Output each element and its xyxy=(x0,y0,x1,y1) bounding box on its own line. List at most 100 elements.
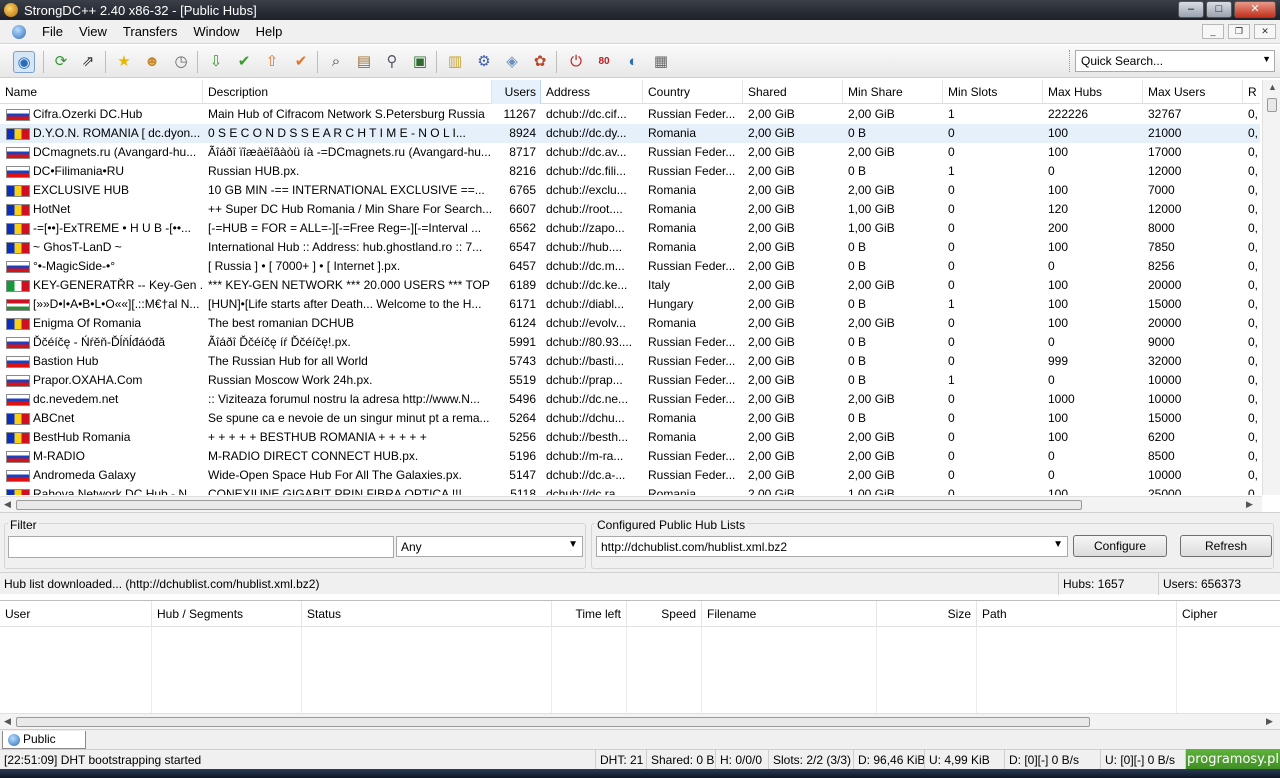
open-file-list-icon[interactable]: ▥ xyxy=(444,51,466,73)
table-row[interactable]: D.Y.O.N. ROMANIA [ dc.dyon... 0 S E C O N… xyxy=(0,124,1260,143)
settings-icon[interactable]: ⚙ xyxy=(473,51,495,73)
table-row[interactable]: °•-MagicSide-•° [ Russia ] • [ 7000+ ] • … xyxy=(0,257,1260,276)
limiter-icon[interactable]: 80 xyxy=(593,51,615,73)
public-hubs-icon[interactable]: ◉ xyxy=(13,51,35,73)
close-button[interactable]: ✕ xyxy=(1234,1,1276,18)
table-row[interactable]: -=[••]-ExTREME • H U B -[••... [-=HUB = F… xyxy=(0,219,1260,238)
transfers-table[interactable]: User Hub / Segments Status Time left Spe… xyxy=(0,600,1280,729)
finished-downloads-icon[interactable]: ✔ xyxy=(233,51,255,73)
table-row[interactable]: [»»D•I•A•B•L•O««][.::M€†al N... [HUN]•[Li… xyxy=(0,295,1260,314)
col-min-slots[interactable]: Min Slots xyxy=(943,80,1043,104)
refresh-button[interactable]: Refresh xyxy=(1180,535,1272,557)
maximize-button[interactable]: □ xyxy=(1206,1,1232,18)
scroll-right-icon[interactable]: ▶ xyxy=(1246,499,1253,510)
col-status[interactable]: Status xyxy=(302,601,552,627)
scroll-thumb[interactable] xyxy=(16,500,1082,510)
table-row[interactable]: dc.nevedem.net:: Viziteaza forumul nostr… xyxy=(0,390,1260,409)
recent-hubs-icon[interactable]: ◷ xyxy=(170,51,192,73)
status-shared: Shared: 0 B xyxy=(647,750,716,770)
follow-redirect-icon[interactable]: ⇗ xyxy=(77,51,99,73)
menu-file[interactable]: File xyxy=(34,24,71,39)
col-description[interactable]: Description xyxy=(203,80,492,104)
cdm-debug-icon[interactable]: ✿ xyxy=(529,51,551,73)
col-path[interactable]: Path xyxy=(977,601,1177,627)
col-filename[interactable]: Filename xyxy=(702,601,877,627)
upload-queue-icon[interactable]: ⇧ xyxy=(261,51,283,73)
col-cipher[interactable]: Cipher xyxy=(1177,601,1280,627)
filter-column-select[interactable]: Any ▼ xyxy=(396,536,583,557)
tab-public-hubs[interactable]: Public Hubs xyxy=(2,731,86,763)
adl-search-icon[interactable]: ▤ xyxy=(353,51,375,73)
table-row[interactable]: DC•Filimania•RU Russian HUB.px. 8216 dchub:… xyxy=(0,162,1260,181)
hublist-select[interactable]: http://dchublist.com/hublist.xml.bz2 ▼ xyxy=(596,536,1068,557)
scroll-right-icon[interactable]: ▶ xyxy=(1266,716,1273,727)
col-name[interactable]: Name xyxy=(0,80,203,104)
transfers-horizontal-scrollbar[interactable]: ◀ ▶ xyxy=(0,713,1280,729)
table-row[interactable]: Andromeda Galaxy Wide-Open Space Hub For … xyxy=(0,466,1260,485)
cell-minshare: 0 B xyxy=(848,373,867,387)
col-min-share[interactable]: Min Share xyxy=(843,80,943,104)
hubs-horizontal-scrollbar[interactable]: ◀ ▶ xyxy=(0,496,1262,512)
table-row[interactable]: M-RADIO M-RADIO DIRECT CONNECT HUB.px. 519… xyxy=(0,447,1260,466)
menu-transfers[interactable]: Transfers xyxy=(115,24,185,39)
col-size[interactable]: Size xyxy=(877,601,977,627)
toolbar-grip[interactable] xyxy=(1069,50,1072,72)
table-row[interactable]: ABCnet Se spune ca e nevoie de un singur … xyxy=(0,409,1260,428)
update-icon[interactable]: ◐ xyxy=(622,51,644,73)
quick-search-input[interactable]: Quick Search... ▼ xyxy=(1075,50,1275,72)
col-time-left[interactable]: Time left xyxy=(552,601,627,627)
table-row[interactable]: Enigma Of Romania The best romanian DCHUB… xyxy=(0,314,1260,333)
table-row[interactable]: Ďčéíčę - Ńŕěň-Ďĺňĺđáóđă Ãîáðî Ďčéíčę íŕ Ď… xyxy=(0,333,1260,352)
col-speed[interactable]: Speed xyxy=(627,601,702,627)
col-hub-segments[interactable]: Hub / Segments xyxy=(152,601,302,627)
system-menu-icon[interactable] xyxy=(12,24,26,39)
notepad-icon[interactable]: ▣ xyxy=(409,51,431,73)
public-hubs-table[interactable]: Name Description Users Address Country S… xyxy=(0,80,1280,495)
scroll-thumb[interactable] xyxy=(16,717,1090,727)
col-users[interactable]: Users xyxy=(492,80,541,104)
table-row[interactable]: KEY-GENERATŘR -- Key-Gen ... *** KEY-GEN … xyxy=(0,276,1260,295)
search-icon[interactable]: ⌕ xyxy=(325,51,347,73)
col-max-users[interactable]: Max Users xyxy=(1143,80,1243,104)
configure-button[interactable]: Configure xyxy=(1073,535,1167,557)
table-row[interactable]: Rahova Network DC Hub - N... CONEXIUNE GI… xyxy=(0,485,1260,495)
favorite-users-icon[interactable]: ☻ xyxy=(141,51,163,73)
hubs-vertical-scrollbar[interactable]: ▲ xyxy=(1262,80,1280,495)
col-reliability[interactable]: R xyxy=(1243,80,1260,104)
quick-search-dropdown-icon[interactable]: ▼ xyxy=(1262,54,1271,64)
col-country[interactable]: Country xyxy=(643,80,743,104)
system-log-icon[interactable]: ▦ xyxy=(650,51,672,73)
filter-input[interactable] xyxy=(8,536,394,558)
finished-uploads-icon[interactable]: ✔ xyxy=(290,51,312,73)
scroll-left-icon[interactable]: ◀ xyxy=(4,499,11,510)
table-row[interactable]: BestHub Romania + + + + + BESTHUB ROMANI… xyxy=(0,428,1260,447)
download-queue-icon[interactable]: ⇩ xyxy=(205,51,227,73)
search-spy-icon[interactable]: ⚲ xyxy=(381,51,403,73)
col-max-hubs[interactable]: Max Hubs xyxy=(1043,80,1143,104)
scroll-up-icon[interactable]: ▲ xyxy=(1268,82,1277,92)
table-row[interactable]: ~ GhosT-LanD ~ International Hub :: Addre… xyxy=(0,238,1260,257)
col-user[interactable]: User xyxy=(0,601,152,627)
table-row[interactable]: DCmagnets.ru (Avangard-hu... Ãîáðî ïîæàëî… xyxy=(0,143,1260,162)
shutdown-icon[interactable]: ⏻ xyxy=(565,51,587,73)
col-shared[interactable]: Shared xyxy=(743,80,843,104)
table-row[interactable]: Bastion Hub The Russian Hub for all World… xyxy=(0,352,1260,371)
table-row[interactable]: HotNet ++ Super DC Hub Romania / Min Shar… xyxy=(0,200,1260,219)
mdi-restore-button[interactable]: ❐ xyxy=(1228,24,1250,39)
menu-help[interactable]: Help xyxy=(248,24,291,39)
col-address[interactable]: Address xyxy=(541,80,643,104)
menu-window[interactable]: Window xyxy=(185,24,247,39)
mdi-close-button[interactable]: ✕ xyxy=(1254,24,1276,39)
network-statistics-icon[interactable]: ◈ xyxy=(501,51,523,73)
reconnect-icon[interactable]: ⟳ xyxy=(50,51,72,73)
table-row[interactable]: Prapor.OXAHA.Com Russian Moscow Work 24h.… xyxy=(0,371,1260,390)
scroll-thumb[interactable] xyxy=(1267,98,1277,112)
scroll-left-icon[interactable]: ◀ xyxy=(4,716,11,727)
favorite-hubs-icon[interactable]: ★ xyxy=(113,51,135,73)
menu-view[interactable]: View xyxy=(71,24,115,39)
mdi-minimize-button[interactable]: _ xyxy=(1202,24,1224,39)
app-icon[interactable] xyxy=(4,3,18,17)
minimize-button[interactable]: ‒ xyxy=(1178,1,1204,18)
table-row[interactable]: Cifra.Ozerki DC.Hub Main Hub of Cifracom … xyxy=(0,105,1260,124)
table-row[interactable]: EXCLUSIVE HUB 10 GB MIN -== INTERNATIONAL… xyxy=(0,181,1260,200)
